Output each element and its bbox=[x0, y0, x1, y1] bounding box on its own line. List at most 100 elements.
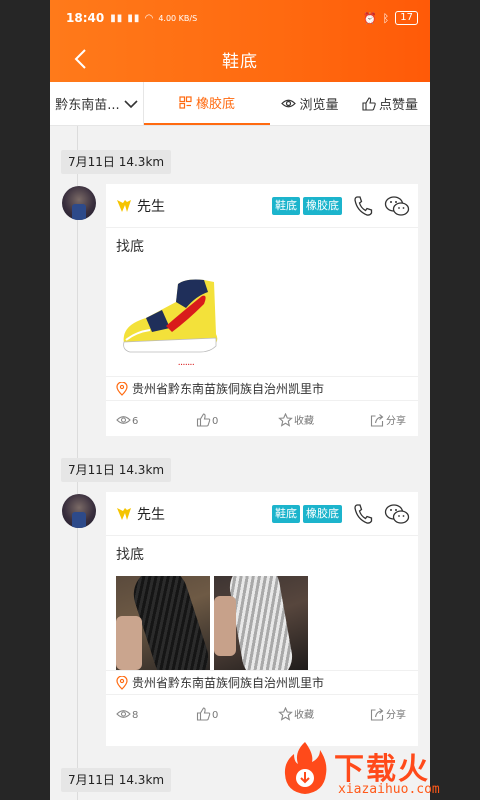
vip-badge-icon bbox=[116, 198, 132, 214]
phone-screen: 18:40 ▮▮ ▮▮ ◠ 4.00 KB/S ⏰ ᛒ 17 鞋底 黔东南苗..… bbox=[50, 0, 430, 800]
status-time: 18:40 bbox=[66, 11, 105, 25]
post-date: 7月11日 14.3km bbox=[61, 458, 172, 482]
post-tags: 鞋底 橡胶底 bbox=[272, 504, 342, 523]
share-icon bbox=[370, 414, 384, 427]
favorite-button[interactable]: 收藏 bbox=[278, 412, 370, 427]
left-backdrop bbox=[0, 0, 50, 800]
eye-icon bbox=[281, 99, 297, 108]
phone-icon bbox=[354, 503, 373, 524]
post-header: 先生 鞋底 橡胶底 bbox=[106, 184, 418, 228]
chevron-down-icon bbox=[124, 99, 138, 108]
views-value: 8 bbox=[132, 709, 139, 721]
phone-icon bbox=[354, 195, 373, 216]
star-icon bbox=[278, 707, 293, 721]
right-backdrop bbox=[430, 0, 480, 800]
post-image[interactable] bbox=[116, 576, 210, 670]
share-label: 分享 bbox=[386, 710, 406, 721]
chevron-left-icon bbox=[74, 49, 86, 69]
post-date: 7月11日 14.3km bbox=[61, 150, 172, 174]
flame-logo-icon bbox=[284, 742, 327, 794]
post-images bbox=[106, 566, 418, 670]
post-image[interactable] bbox=[214, 576, 308, 670]
post-location: 贵州省黔东南苗族侗族自治州凯里市 bbox=[106, 376, 418, 400]
favorite-label: 收藏 bbox=[294, 416, 314, 427]
share-button[interactable]: 分享 bbox=[370, 706, 406, 721]
title-bar: 鞋底 bbox=[50, 36, 430, 82]
user-name: 先生 bbox=[137, 198, 165, 215]
sort-likes-button[interactable]: 点赞量 bbox=[350, 82, 430, 125]
app-header: 18:40 ▮▮ ▮▮ ◠ 4.00 KB/S ⏰ ᛒ 17 鞋底 bbox=[50, 0, 430, 82]
sort-views-label: 浏览量 bbox=[299, 98, 339, 113]
user-name: 先生 bbox=[137, 506, 165, 523]
likes-value: 0 bbox=[212, 709, 219, 721]
phone-call-button[interactable] bbox=[350, 501, 376, 527]
page-title: 鞋底 bbox=[222, 51, 258, 72]
tag-rubber-sole[interactable]: 橡胶底 bbox=[303, 196, 342, 215]
vip-badge-icon bbox=[116, 506, 132, 522]
region-dropdown[interactable]: 黔东南苗... bbox=[50, 82, 144, 125]
share-button[interactable]: 分享 bbox=[370, 412, 406, 427]
thumbs-up-icon bbox=[196, 706, 211, 721]
wechat-button[interactable] bbox=[384, 193, 410, 219]
post-tags: 鞋底 橡胶底 bbox=[272, 196, 342, 215]
avatar[interactable] bbox=[62, 494, 96, 528]
post-actions: 6 0 收藏 分享 bbox=[106, 400, 418, 438]
region-label: 黔东南苗... bbox=[55, 98, 120, 113]
share-icon bbox=[370, 708, 384, 721]
status-right-group: ⏰ ᛒ 17 bbox=[363, 11, 418, 25]
tab-rubber-sole[interactable]: 橡胶底 bbox=[144, 82, 270, 125]
grid-icon bbox=[179, 96, 192, 109]
tag-shoe-sole[interactable]: 鞋底 bbox=[272, 504, 300, 523]
post-location: 贵州省黔东南苗族侗族自治州凯里市 bbox=[106, 670, 418, 694]
battery-icon: 17 bbox=[395, 11, 418, 25]
eye-icon bbox=[116, 709, 131, 718]
views-count: 6 bbox=[116, 413, 196, 427]
site-watermark: 下载火 xiazaihuo.com bbox=[282, 740, 480, 800]
tag-rubber-sole[interactable]: 橡胶底 bbox=[303, 504, 342, 523]
views-value: 6 bbox=[132, 415, 139, 427]
hand-shape bbox=[214, 596, 236, 656]
wechat-icon bbox=[384, 503, 410, 524]
sneaker-image: ••••••• bbox=[123, 279, 218, 367]
post-image[interactable]: ••••••• bbox=[106, 258, 418, 376]
likes-value: 0 bbox=[212, 415, 219, 427]
hand-shape bbox=[116, 616, 142, 670]
post-header: 先生 鞋底 橡胶底 bbox=[106, 492, 418, 536]
sort-likes-label: 点赞量 bbox=[378, 98, 418, 113]
thumbs-up-icon bbox=[362, 96, 376, 111]
eye-icon bbox=[116, 415, 131, 424]
thumbs-up-icon bbox=[196, 412, 211, 427]
views-count: 8 bbox=[116, 707, 196, 721]
post-actions: 8 0 收藏 分享 bbox=[106, 694, 418, 732]
post-text: 找底 bbox=[116, 239, 144, 255]
star-icon bbox=[278, 413, 293, 427]
location-text: 贵州省黔东南苗族侗族自治州凯里市 bbox=[132, 382, 325, 396]
bluetooth-icon: ᛒ bbox=[382, 11, 390, 25]
wechat-button[interactable] bbox=[384, 501, 410, 527]
location-text: 贵州省黔东南苗族侗族自治州凯里市 bbox=[132, 676, 325, 690]
location-pin-icon bbox=[116, 381, 128, 396]
filter-bar: 黔东南苗... 橡胶底 浏览量 点赞量 bbox=[50, 82, 430, 126]
like-button[interactable]: 0 bbox=[196, 412, 278, 427]
location-pin-icon bbox=[116, 675, 128, 690]
post-text: 找底 bbox=[116, 547, 144, 563]
sole-photo-shape bbox=[225, 576, 297, 670]
signal-icon: ▮▮ ▮▮ ◠ bbox=[110, 12, 155, 24]
favorite-button[interactable]: 收藏 bbox=[278, 706, 370, 721]
post-date: 7月11日 14.3km bbox=[61, 768, 172, 792]
tag-shoe-sole[interactable]: 鞋底 bbox=[272, 196, 300, 215]
avatar[interactable] bbox=[62, 186, 96, 220]
tab-rubber-sole-label: 橡胶底 bbox=[195, 97, 235, 112]
share-label: 分享 bbox=[386, 416, 406, 427]
sort-views-button[interactable]: 浏览量 bbox=[270, 82, 350, 125]
back-button[interactable] bbox=[66, 44, 96, 74]
favorite-label: 收藏 bbox=[294, 710, 314, 721]
wechat-icon bbox=[384, 195, 410, 216]
post-card[interactable]: 先生 鞋底 橡胶底 bbox=[106, 492, 418, 746]
phone-call-button[interactable] bbox=[350, 193, 376, 219]
like-button[interactable]: 0 bbox=[196, 706, 278, 721]
alarm-icon: ⏰ bbox=[362, 11, 377, 25]
network-speed: 4.00 KB/S bbox=[158, 13, 198, 23]
post-card[interactable]: 先生 鞋底 橡胶底 bbox=[106, 184, 418, 436]
watermark-url: xiazaihuo.com bbox=[338, 782, 440, 797]
